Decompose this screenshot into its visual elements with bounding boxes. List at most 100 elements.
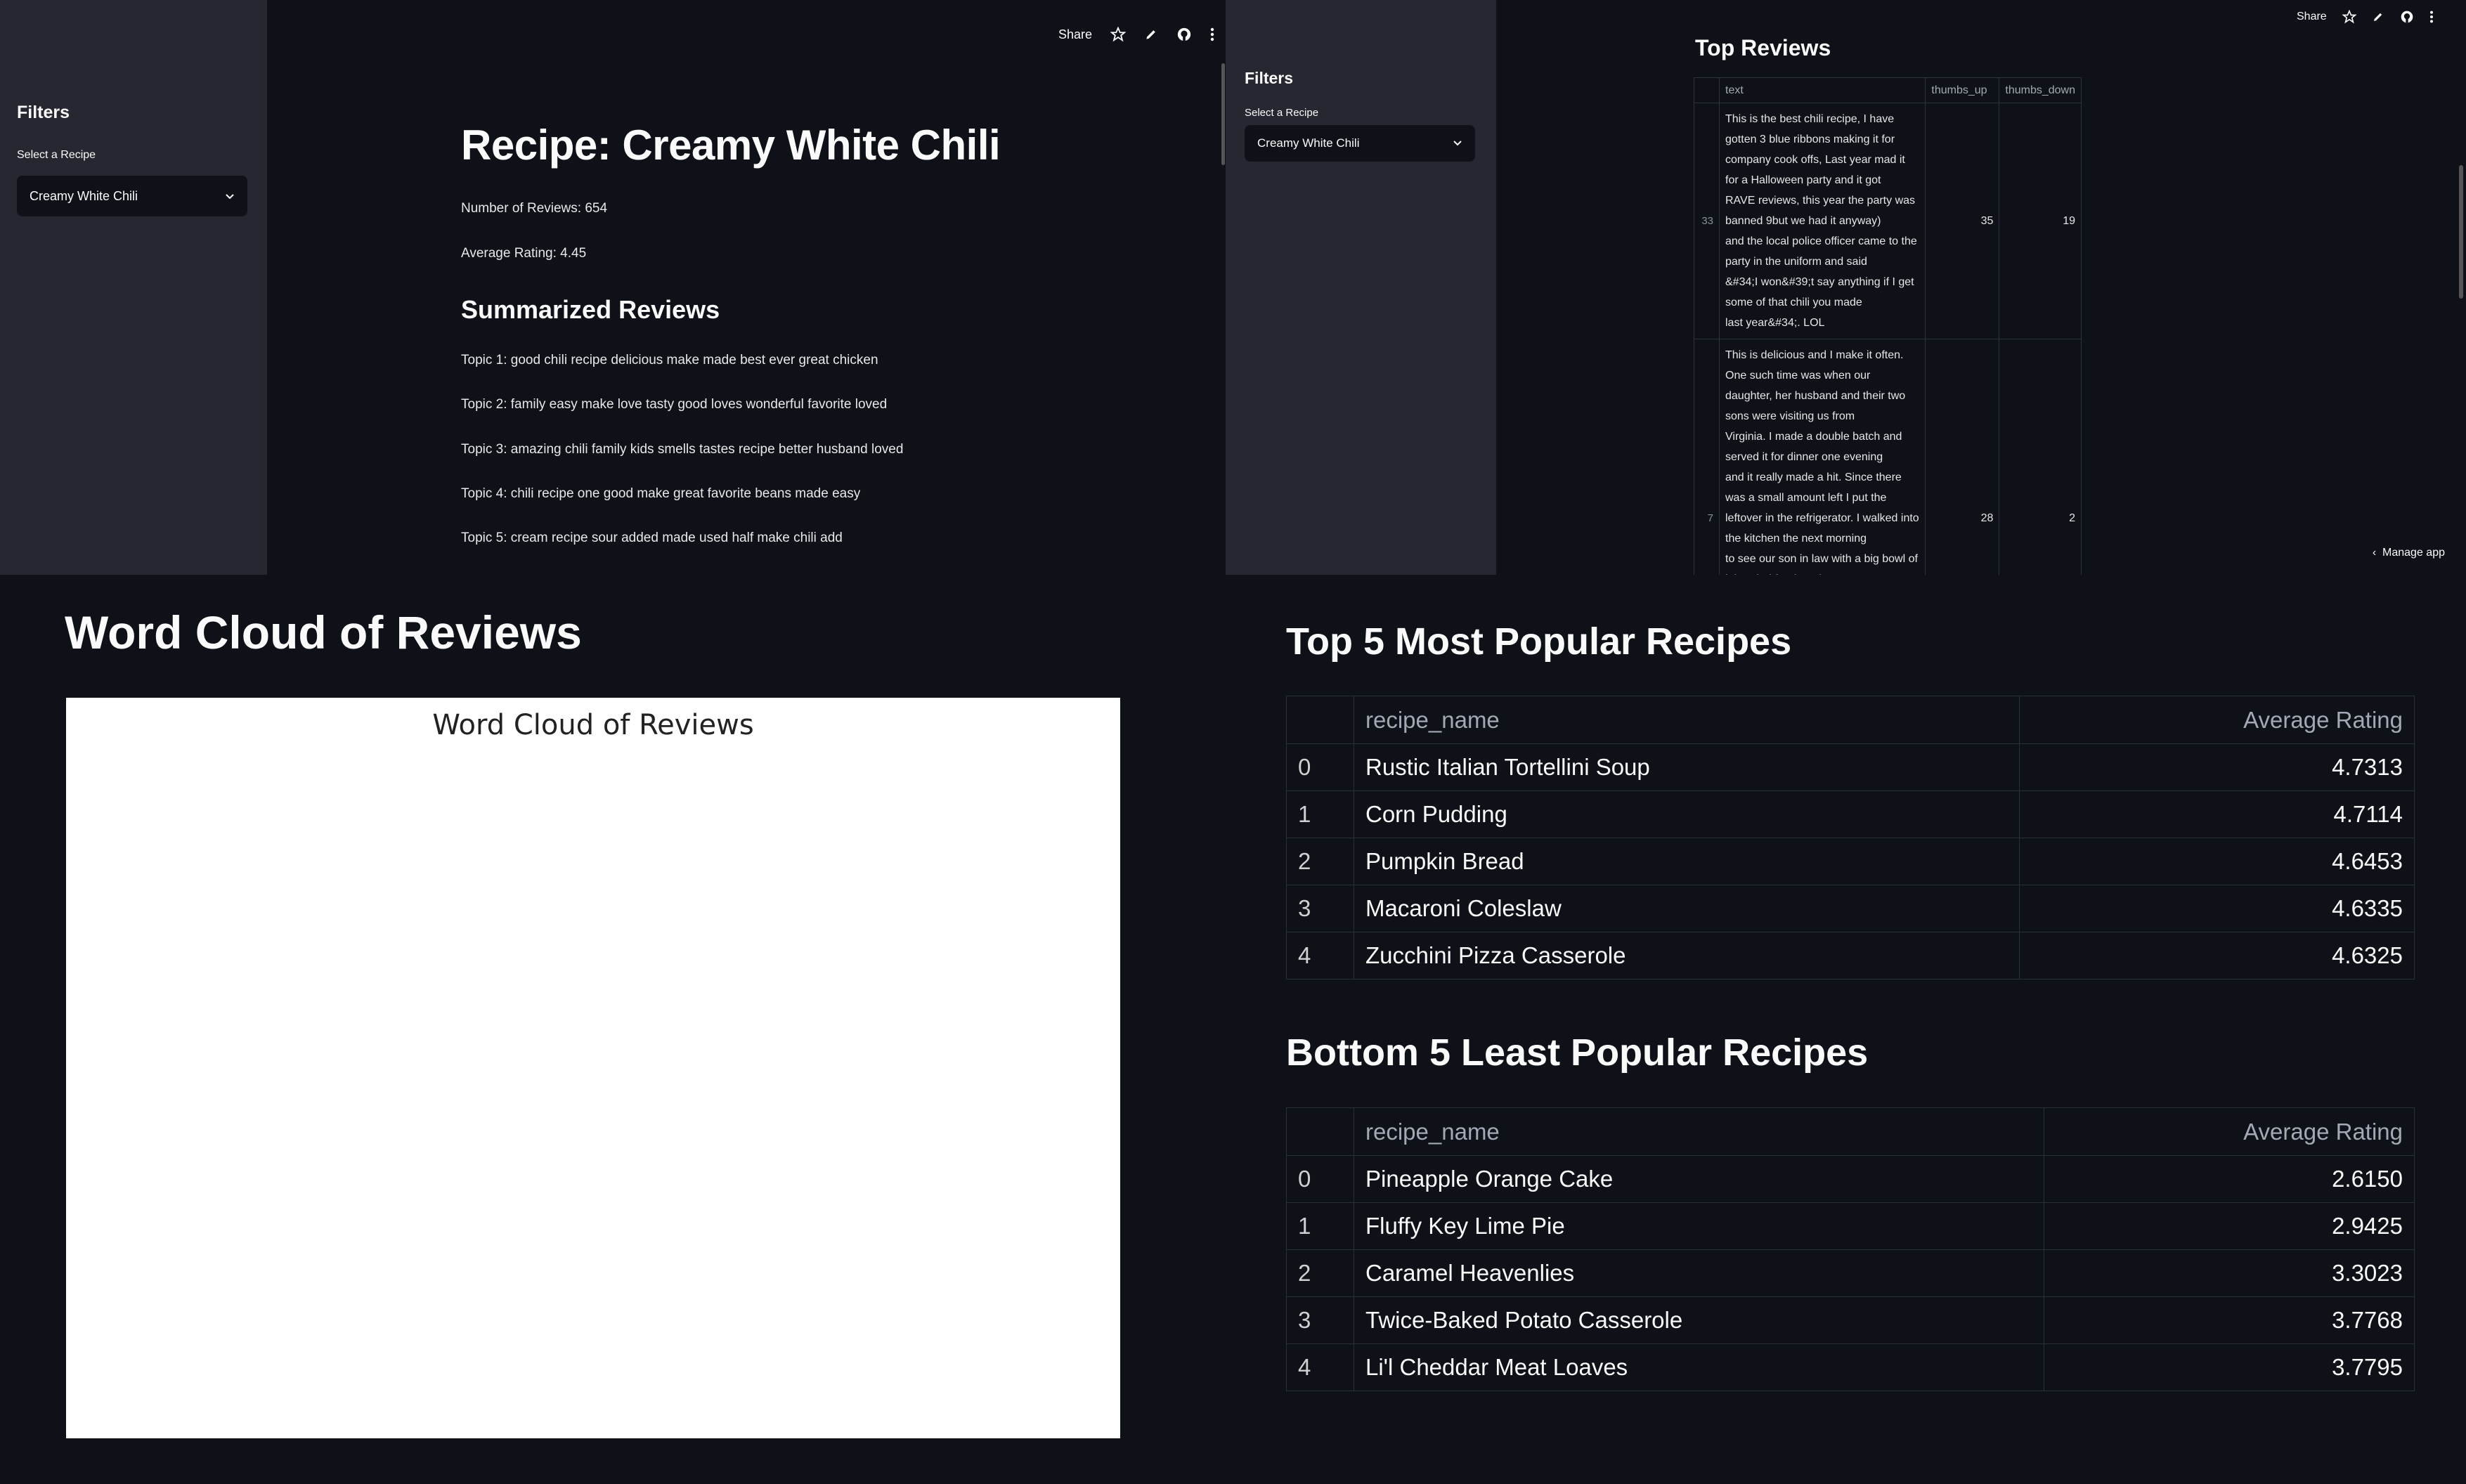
row-index: 33 <box>1694 103 1720 339</box>
average-rating-cell: 3.3023 <box>2043 1249 2415 1297</box>
row-index: 7 <box>1694 339 1720 575</box>
table-row: 2 Caramel Heavenlies 3.3023 <box>1286 1249 2415 1297</box>
table-row: 1 Fluffy Key Lime Pie 2.9425 <box>1286 1202 2415 1250</box>
recipe-name-cell: Rustic Italian Tortellini Soup <box>1354 743 2020 791</box>
more-menu-icon[interactable] <box>2429 10 2434 24</box>
column-header[interactable]: Average Rating <box>2043 1107 2415 1156</box>
table-row: 4 Li'l Cheddar Meat Loaves 3.7795 <box>1286 1343 2415 1391</box>
scrollbar[interactable] <box>2459 165 2463 299</box>
review-text-line: This is delicious and I make it often. O… <box>1725 349 1904 382</box>
reviews-table: text thumbs_up thumbs_down 33 This is the… <box>1694 77 2082 575</box>
review-text-line: to see our son in law with a big bowl of… <box>1725 553 1918 575</box>
recipe-page-screenshot: Filters Select a Recipe Creamy White Chi… <box>0 0 1226 575</box>
github-icon[interactable] <box>1176 27 1192 42</box>
recipe-name-cell: Li'l Cheddar Meat Loaves <box>1354 1343 2044 1391</box>
github-icon[interactable] <box>2400 10 2414 24</box>
thumbs-up-value: 35 <box>1925 103 2000 339</box>
toolbar: Share <box>1058 27 1214 42</box>
average-rating: Average Rating: 4.45 <box>461 246 587 261</box>
sidebar: Filters Select a Recipe Creamy White Chi… <box>1226 0 1496 575</box>
column-header <box>1286 1107 1354 1156</box>
select-recipe-label: Select a Recipe <box>17 149 96 161</box>
more-menu-icon[interactable] <box>1210 27 1214 42</box>
recipe-name-cell: Twice-Baked Potato Casserole <box>1354 1296 2044 1344</box>
row-index: 2 <box>1286 1249 1354 1297</box>
review-text-line: leftover in the refrigerator. I walked i… <box>1725 512 1919 545</box>
topic-item: Topic 5: cream recipe sour added made us… <box>461 531 843 545</box>
column-header[interactable]: thumbs_down <box>1999 77 2082 103</box>
star-icon[interactable] <box>2342 10 2356 24</box>
table-row: 3 Macaroni Coleslaw 4.6335 <box>1286 885 2415 932</box>
table-row: 3 Twice-Baked Potato Casserole 3.7768 <box>1286 1296 2415 1344</box>
recipe-select[interactable]: Creamy White Chili <box>17 176 247 216</box>
edit-icon[interactable] <box>2372 11 2384 23</box>
column-header[interactable]: recipe_name <box>1354 696 2020 744</box>
review-text-line: Virginia. I made a double batch and serv… <box>1725 431 1902 463</box>
chevron-down-icon <box>1453 136 1462 150</box>
edit-icon[interactable] <box>1144 27 1158 41</box>
scrollbar[interactable] <box>1221 63 1225 165</box>
table-row: 2 Pumpkin Bread 4.6453 <box>1286 838 2415 885</box>
row-index: 3 <box>1286 885 1354 932</box>
number-of-reviews: Number of Reviews: 654 <box>461 201 608 216</box>
average-rating-cell: 3.7768 <box>2043 1296 2415 1344</box>
chevron-down-icon <box>225 189 235 204</box>
review-text-line: and it really made a hit. Since there wa… <box>1725 471 1902 504</box>
review-text-line: &#34;I won&#39;t say anything if I get s… <box>1725 276 1914 308</box>
table-row: 0 Rustic Italian Tortellini Soup 4.7313 <box>1286 743 2415 791</box>
thumbs-up-value: 28 <box>1925 339 2000 575</box>
average-rating-cell: 4.6453 <box>2018 838 2415 885</box>
topic-item: Topic 3: amazing chili family kids smell… <box>461 442 904 457</box>
summarized-reviews-title: Summarized Reviews <box>461 295 720 324</box>
row-index: 3 <box>1286 1296 1354 1344</box>
row-index: 4 <box>1286 1343 1354 1391</box>
row-index: 4 <box>1286 932 1354 979</box>
recipe-select-value: Creamy White Chili <box>30 188 138 203</box>
column-header[interactable]: recipe_name <box>1354 1107 2044 1156</box>
table-row: 4 Zucchini Pizza Casserole 4.6325 <box>1286 932 2415 979</box>
average-rating-cell: 4.7114 <box>2018 790 2415 838</box>
row-index: 0 <box>1286 1155 1354 1203</box>
toolbar: Share <box>2297 10 2434 24</box>
manage-app-button[interactable]: ‹ Manage app <box>2373 547 2445 559</box>
top5-title: Top 5 Most Popular Recipes <box>1286 620 1792 663</box>
thumbs-down-value: 2 <box>1999 339 2082 575</box>
column-header[interactable]: Average Rating <box>2018 696 2415 744</box>
column-header <box>1286 696 1354 744</box>
word-cloud-image-title: Word Cloud of Reviews <box>432 709 754 741</box>
average-rating-cell: 3.7795 <box>2043 1343 2415 1391</box>
row-index: 0 <box>1286 743 1354 791</box>
review-text: This is delicious and I make it often. O… <box>1718 339 1926 575</box>
average-rating-cell: 2.9425 <box>2043 1202 2415 1250</box>
review-text-line: daughter, her husband and their two sons… <box>1725 390 1906 422</box>
recipe-name-cell: Pineapple Orange Cake <box>1354 1155 2044 1203</box>
recipe-select[interactable]: Creamy White Chili <box>1245 125 1475 162</box>
review-text-line: and the local police officer came to the… <box>1725 235 1917 268</box>
row-index: 2 <box>1286 838 1354 885</box>
bottom5-table: recipe_name Average Rating 0 Pineapple Or… <box>1286 1107 2415 1391</box>
review-text-line: This is the best chili recipe, I have go… <box>1725 113 1895 145</box>
topic-item: Topic 2: family easy make love tasty goo… <box>461 397 888 412</box>
average-rating-cell: 4.7313 <box>2018 743 2415 791</box>
star-icon[interactable] <box>1110 27 1127 42</box>
top-reviews-screenshot: Filters Select a Recipe Creamy White Chi… <box>1226 0 2466 575</box>
recipe-select-value: Creamy White Chili <box>1257 136 1360 150</box>
manage-app-label: Manage app <box>2382 547 2445 559</box>
page-title: Recipe: Creamy White Chili <box>461 122 1001 169</box>
filters-title: Filters <box>1245 69 1294 87</box>
column-header[interactable]: text <box>1718 77 1926 103</box>
review-text-line: last year&#34;. LOL <box>1725 317 1825 329</box>
review-text-line: RAVE reviews, this year the party was ba… <box>1725 195 1916 227</box>
top5-table: recipe_name Average Rating 0 Rustic Itali… <box>1286 696 2415 979</box>
top-reviews-title: Top Reviews <box>1695 35 1831 60</box>
share-button[interactable]: Share <box>2297 11 2327 23</box>
word-cloud-image: Word Cloud of Reviews <box>66 698 1120 1438</box>
thumbs-down-value: 19 <box>1999 103 2082 339</box>
share-button[interactable]: Share <box>1058 27 1092 42</box>
recipe-name-cell: Macaroni Coleslaw <box>1354 885 2020 932</box>
column-header[interactable]: thumbs_up <box>1925 77 2000 103</box>
review-text-line: company cook offs, Last year mad it for … <box>1725 154 1905 186</box>
topic-item: Topic 1: good chili recipe delicious mak… <box>461 353 878 367</box>
recipe-name-cell: Zucchini Pizza Casserole <box>1354 932 2020 979</box>
bottom5-title: Bottom 5 Least Popular Recipes <box>1286 1031 1869 1074</box>
